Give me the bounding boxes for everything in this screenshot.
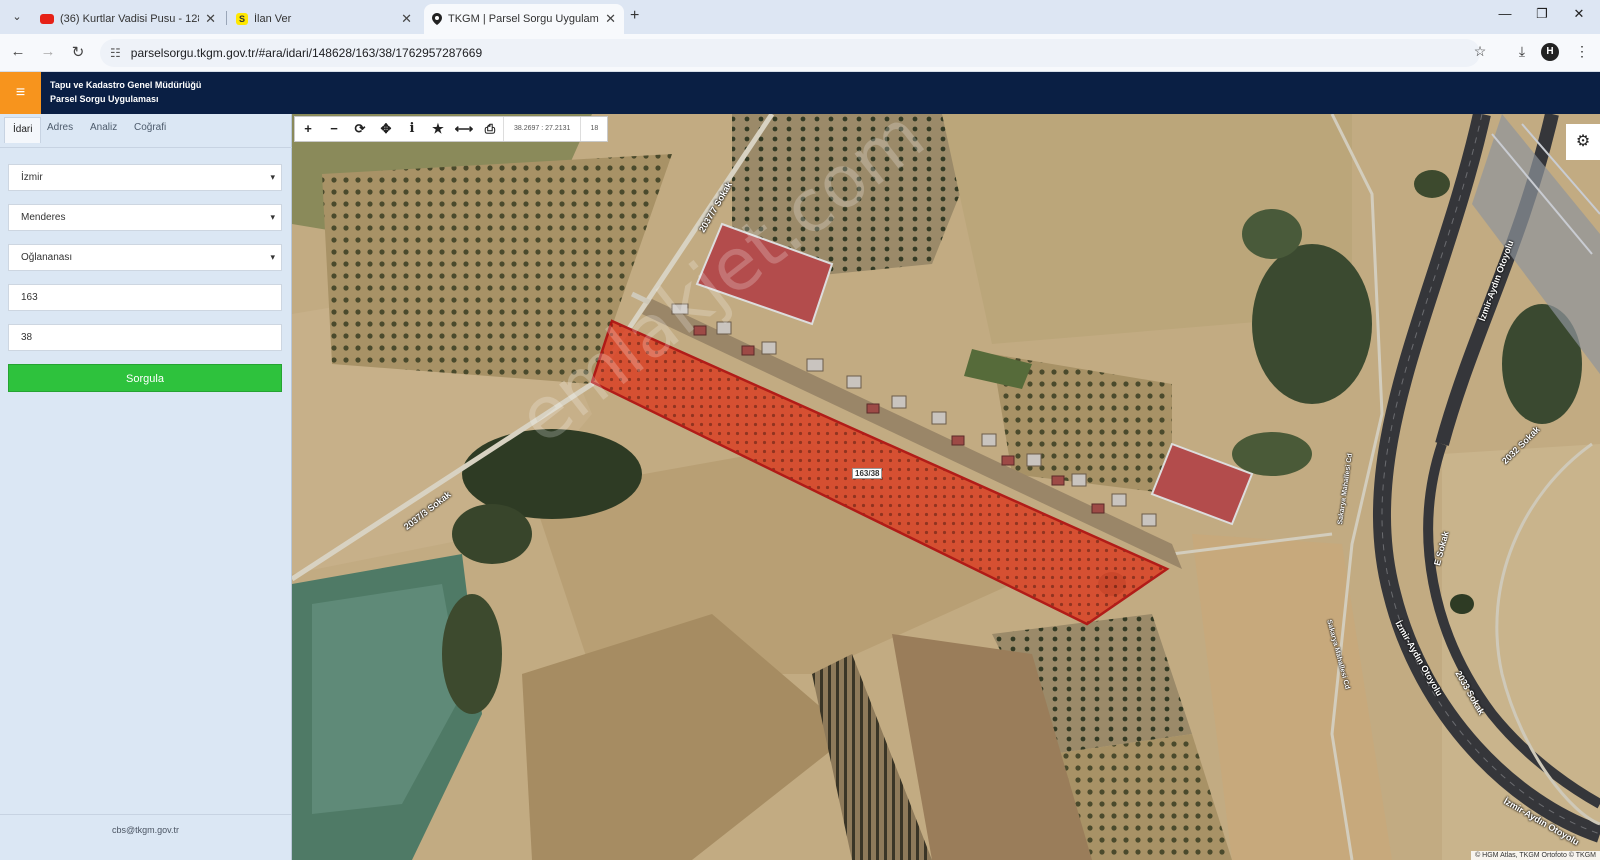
tab-search-chevron-icon[interactable]: ⌄	[6, 6, 28, 28]
url-text: parselsorgu.tkgm.gov.tr/#ara/idari/14862…	[130, 46, 483, 60]
sahibinden-icon: S	[236, 13, 248, 25]
query-sidebar: İdari Adres Analiz Coğrafi İzmir ▾ Mende…	[0, 114, 292, 860]
location-pin-icon	[432, 13, 442, 25]
gear-icon[interactable]: ⚙	[1566, 124, 1600, 160]
zoom-in-icon[interactable]: +	[295, 117, 321, 141]
parcel-label: 163/38	[852, 468, 883, 479]
browser-tab-tkgm[interactable]: TKGM | Parsel Sorgu Uygulama ✕	[424, 4, 624, 34]
site-settings-icon[interactable]: ☷	[110, 46, 121, 60]
il-value: İzmir	[21, 172, 43, 183]
sorgula-button[interactable]: Sorgula	[8, 364, 282, 392]
tab-strip: ⌄ (36) Kurtlar Vadisi Pusu - 128. B ✕ S …	[0, 0, 1600, 34]
measure-icon[interactable]: ⟷	[451, 117, 477, 141]
map-toolbar: + − ⟳ ✥ i ★ ⟷ ⎙ 38.2697 : 27.2131 18	[294, 116, 609, 142]
chevron-down-icon: ▾	[270, 252, 275, 262]
chevron-down-icon: ▾	[270, 172, 275, 182]
browser-toolbar: ← → ↻ ☷ parselsorgu.tkgm.gov.tr/#ara/ida…	[0, 34, 1600, 72]
app-title-line2: Parsel Sorgu Uygulaması	[50, 94, 159, 104]
tab-divider	[226, 11, 227, 25]
back-icon[interactable]: ←	[8, 43, 28, 60]
sidebar-tabs: İdari Adres Analiz Coğrafi	[0, 114, 292, 148]
map-attribution: © HGM Atlas, TKGM Ortofoto © TKGM	[1471, 851, 1600, 860]
reload-icon[interactable]: ↻	[68, 43, 88, 61]
coordinate-readout: 38.2697 : 27.2131	[503, 117, 580, 141]
hamburger-menu-icon[interactable]: ≡	[0, 72, 41, 114]
address-bar[interactable]: ☷ parselsorgu.tkgm.gov.tr/#ara/idari/148…	[100, 39, 1480, 67]
download-icon[interactable]: ⤓	[1512, 43, 1532, 60]
restore-icon[interactable]: ❐	[1531, 6, 1553, 22]
ilce-select[interactable]: Menderes ▾	[8, 204, 282, 231]
tab-adres[interactable]: Adres	[47, 122, 73, 133]
map-imagery	[292, 114, 1600, 860]
app-title-line1: Tapu ve Kadastro Genel Müdürlüğü	[50, 80, 202, 90]
close-icon[interactable]: ✕	[205, 11, 216, 27]
tab-title: İlan Ver	[254, 13, 292, 25]
il-select[interactable]: İzmir ▾	[8, 164, 282, 191]
app-header: ≡ Tapu ve Kadastro Genel Müdürlüğü Parse…	[0, 72, 1600, 114]
print-icon[interactable]: ⎙	[477, 117, 503, 141]
parsel-input[interactable]: 38	[8, 324, 282, 351]
chevron-down-icon: ▾	[270, 212, 275, 222]
zoom-out-icon[interactable]: −	[321, 117, 347, 141]
browser-tab-ilan-ver[interactable]: S İlan Ver ✕	[228, 4, 420, 34]
info-icon[interactable]: i	[399, 117, 425, 141]
locate-icon[interactable]: ✥	[373, 117, 399, 141]
satellite-map[interactable]: emlakjet.com 163/38 2037/7 Sokak 2037/3 …	[292, 114, 1600, 860]
refresh-icon[interactable]: ⟳	[347, 117, 373, 141]
bookmark-star-icon[interactable]: ☆	[1470, 43, 1490, 60]
window-close-icon[interactable]: ✕	[1568, 6, 1590, 22]
tab-idari[interactable]: İdari	[4, 117, 42, 143]
close-icon[interactable]: ✕	[605, 11, 616, 27]
minimize-icon[interactable]: —	[1494, 6, 1516, 21]
footer-email[interactable]: cbs@tkgm.gov.tr	[0, 814, 291, 860]
tab-cografi[interactable]: Coğrafi	[134, 122, 166, 133]
tab-title: (36) Kurtlar Vadisi Pusu - 128. B	[60, 13, 199, 25]
mahalle-select[interactable]: Oğlananası ▾	[8, 244, 282, 271]
app-title: Tapu ve Kadastro Genel Müdürlüğü Parsel …	[50, 78, 201, 106]
youtube-icon	[40, 14, 54, 24]
ada-input[interactable]: 163	[8, 284, 282, 311]
browser-tab-youtube[interactable]: (36) Kurtlar Vadisi Pusu - 128. B ✕	[32, 4, 224, 34]
mahalle-value: Oğlananası	[21, 252, 73, 263]
new-tab-icon[interactable]: +	[630, 7, 639, 25]
close-icon[interactable]: ✕	[401, 11, 412, 27]
tab-analiz[interactable]: Analiz	[90, 122, 117, 133]
ilce-value: Menderes	[21, 212, 66, 223]
favorite-star-icon[interactable]: ★	[425, 117, 451, 141]
zoom-level: 18	[580, 117, 607, 141]
tab-title: TKGM | Parsel Sorgu Uygulama	[448, 13, 600, 25]
forward-icon[interactable]: →	[38, 43, 58, 60]
more-menu-icon[interactable]: ⋮	[1572, 43, 1592, 60]
profile-avatar[interactable]: H	[1541, 43, 1559, 61]
